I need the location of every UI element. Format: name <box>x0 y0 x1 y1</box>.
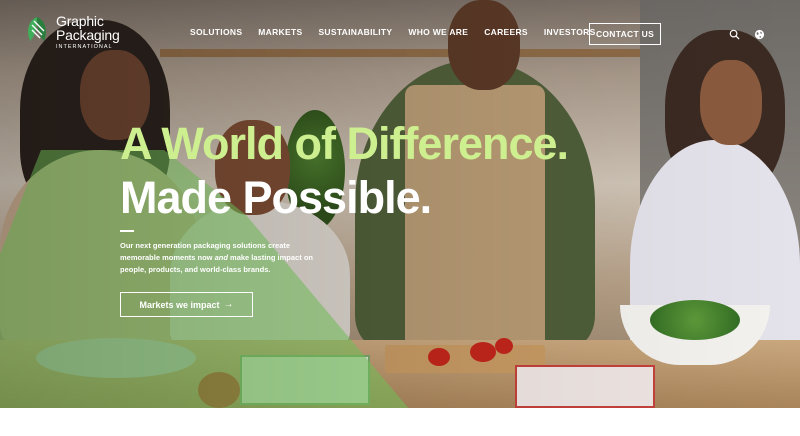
nav-item-who-we-are[interactable]: WHO WE ARE <box>408 27 468 37</box>
nav-item-investors[interactable]: INVESTORS <box>544 27 596 37</box>
search-icon[interactable] <box>729 29 740 40</box>
markets-we-impact-button[interactable]: Markets we impact → <box>120 292 253 317</box>
nav-item-sustainability[interactable]: SUSTAINABILITY <box>318 27 392 37</box>
nav-item-careers[interactable]: CAREERS <box>484 27 528 37</box>
contact-us-button[interactable]: CONTACT US <box>589 23 661 45</box>
brand-name-line1: Graphic <box>56 13 104 29</box>
hero-banner: Graphic Packaging INTERNATIONAL SOLUTION… <box>0 0 800 408</box>
arrow-right-icon: → <box>223 299 234 310</box>
cta-label: Markets we impact <box>139 299 220 310</box>
logo-leaf-icon <box>28 17 46 41</box>
hero-description-emphasis: and <box>214 253 228 262</box>
hero-headline-line2: Made Possible. <box>120 172 432 223</box>
brand-name-sub: INTERNATIONAL <box>56 44 113 50</box>
hero-headline-line1: A World of Difference. <box>120 118 569 169</box>
brand-logo[interactable]: Graphic Packaging INTERNATIONAL <box>24 14 120 50</box>
hero-description: Our next generation packaging solutions … <box>120 240 320 276</box>
globe-icon[interactable] <box>754 29 765 40</box>
headline-divider <box>120 230 134 232</box>
nav-item-solutions[interactable]: SOLUTIONS <box>190 27 242 37</box>
nav-item-markets[interactable]: MARKETS <box>258 27 302 37</box>
brand-name-line2: Packaging <box>56 27 120 43</box>
main-nav: SOLUTIONS MARKETS SUSTAINABILITY WHO WE … <box>190 27 612 37</box>
